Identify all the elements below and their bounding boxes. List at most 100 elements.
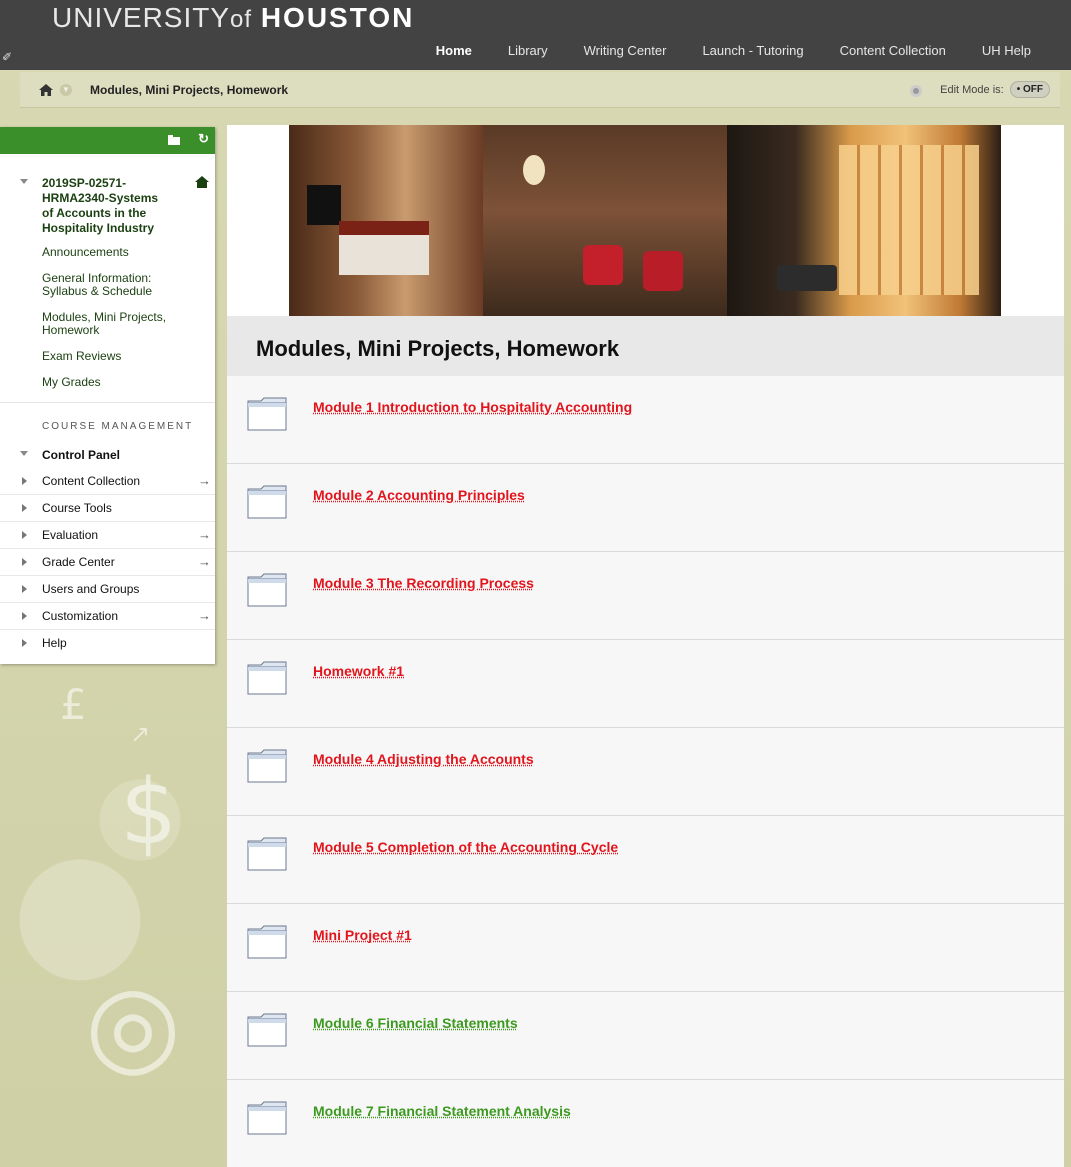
control-panel-item-grade-center[interactable]: Grade Center →	[0, 549, 215, 576]
sidebar-item-announcements[interactable]: Announcements	[42, 246, 215, 259]
edit-mode-toggle[interactable]: • OFF	[1010, 81, 1050, 98]
control-panel-label: Control Panel	[42, 448, 120, 462]
content-item-link[interactable]: Module 7 Financial Statement Analysis	[313, 1103, 571, 1119]
course-management-title: COURSE MANAGEMENT	[0, 403, 215, 432]
course-menu: ↻ 2019SP-02571-HRMA2340-Systems of Accou…	[0, 127, 215, 664]
sidebar-item-my-grades[interactable]: My Grades	[42, 376, 215, 389]
nav-uh-help[interactable]: UH Help	[982, 43, 1031, 61]
control-panel-item-label: Course Tools	[42, 501, 112, 515]
doodle-globe: ◎	[85, 960, 181, 1088]
control-panel-item-evaluation[interactable]: Evaluation →	[0, 522, 215, 549]
folder-icon	[247, 837, 287, 871]
control-panel-item-label: Grade Center	[42, 555, 115, 569]
course-title-block[interactable]: 2019SP-02571-HRMA2340-Systems of Account…	[0, 154, 215, 236]
breadcrumb-bar: ▼ Modules, Mini Projects, Homework Edit …	[20, 72, 1060, 108]
content-item-link[interactable]: Module 1 Introduction to Hospitality Acc…	[313, 399, 632, 415]
control-panel-item-users-and-groups[interactable]: Users and Groups	[0, 576, 215, 603]
control-panel-item-content-collection[interactable]: Content Collection →	[0, 468, 215, 495]
control-panel-header[interactable]: Control Panel	[0, 432, 215, 462]
home-icon[interactable]	[38, 83, 54, 97]
control-panel-item-label: Users and Groups	[42, 582, 139, 596]
refresh-icon[interactable]: ↻	[198, 131, 209, 147]
content-item: Mini Project #1	[227, 904, 1064, 992]
expand-triangle-icon[interactable]	[22, 639, 27, 647]
control-panel-item-label: Help	[42, 636, 67, 650]
course-menu-toolbar: ↻	[0, 127, 215, 154]
expand-triangle-icon[interactable]	[22, 504, 27, 512]
chevron-down-icon[interactable]: ▼	[60, 84, 72, 96]
university-logo[interactable]: UNIVERSITYof HOUSTON	[52, 2, 414, 34]
content-item: Module 3 The Recording Process	[227, 552, 1064, 640]
nav-content-collection[interactable]: Content Collection	[840, 43, 946, 61]
expand-triangle-icon[interactable]	[22, 477, 27, 485]
content-item-link[interactable]: Module 5 Completion of the Accounting Cy…	[313, 839, 618, 855]
sidebar-item-general-information-syllabus-schedule[interactable]: General Information: Syllabus & Schedule	[42, 272, 215, 298]
folder-icon	[247, 1101, 287, 1135]
top-header: UNIVERSITYof HOUSTON ✐ Home Library Writin…	[0, 0, 1071, 70]
top-navigation: Home Library Writing Center Launch - Tutori…	[436, 43, 1071, 61]
course-title[interactable]: 2019SP-02571-HRMA2340-Systems of Account…	[42, 176, 201, 236]
folder-icon	[247, 925, 287, 959]
banner-photo-lobby	[483, 125, 727, 316]
doodle-arrow: ↗	[130, 720, 150, 748]
nav-launch-tutoring[interactable]: Launch - Tutoring	[702, 43, 803, 61]
control-panel-items: Content Collection → Course Tools Evaluatio…	[0, 468, 215, 657]
arrow-right-icon[interactable]: →	[198, 549, 211, 575]
logo-of-text: of	[230, 6, 252, 33]
expand-triangle-icon[interactable]	[22, 558, 27, 566]
content-item-link[interactable]: Mini Project #1	[313, 927, 412, 943]
doodle-dollar: $	[120, 760, 177, 865]
folder-icon	[247, 573, 287, 607]
banner-photo-bedroom	[289, 125, 483, 316]
content-item-link[interactable]: Module 6 Financial Statements	[313, 1015, 518, 1031]
content-item: Module 1 Introduction to Hospitality Acc…	[227, 376, 1064, 464]
nav-home[interactable]: Home	[436, 43, 472, 61]
content-item: Module 6 Financial Statements	[227, 992, 1064, 1080]
control-panel-item-label: Evaluation	[42, 528, 98, 542]
content-item-link[interactable]: Homework #1	[313, 663, 404, 679]
content-item-link[interactable]: Module 2 Accounting Principles	[313, 487, 525, 503]
house-icon[interactable]	[195, 176, 209, 189]
folder-icon	[247, 485, 287, 519]
control-panel-item-label: Content Collection	[42, 474, 140, 488]
eye-icon[interactable]	[906, 83, 926, 97]
expand-triangle-icon[interactable]	[22, 612, 27, 620]
course-banner	[289, 125, 1001, 316]
sidebar-item-modules-mini-projects-homework[interactable]: Modules, Mini Projects, Homework	[42, 311, 215, 337]
nav-library[interactable]: Library	[508, 43, 548, 61]
sidebar-item-exam-reviews[interactable]: Exam Reviews	[42, 350, 215, 363]
banner-photo-lounge	[727, 125, 1001, 316]
nav-writing-center[interactable]: Writing Center	[584, 43, 667, 61]
folder-icon	[247, 661, 287, 695]
pin-icon[interactable]: ✐	[2, 50, 12, 64]
content-item-link[interactable]: Module 4 Adjusting the Accounts	[313, 751, 534, 767]
doodle-pound: £	[60, 680, 87, 729]
control-panel-item-label: Customization	[42, 609, 118, 623]
breadcrumb-current: Modules, Mini Projects, Homework	[90, 83, 288, 97]
edit-mode-control: Edit Mode is: • OFF	[906, 81, 1050, 98]
content-item-link[interactable]: Module 3 The Recording Process	[313, 575, 534, 591]
logo-university-text: UNIVERSITY	[52, 2, 230, 33]
control-panel-item-customization[interactable]: Customization →	[0, 603, 215, 630]
arrow-right-icon[interactable]: →	[198, 522, 211, 548]
folder-view-icon[interactable]	[167, 133, 181, 147]
expand-triangle-icon[interactable]	[22, 585, 27, 593]
folder-icon	[247, 397, 287, 431]
page-title-bar: Modules, Mini Projects, Homework	[227, 316, 1064, 376]
control-panel-item-help[interactable]: Help	[0, 630, 215, 657]
course-links: Announcements General Information: Syllab…	[0, 236, 215, 389]
content-item: Module 4 Adjusting the Accounts	[227, 728, 1064, 816]
expand-triangle-icon[interactable]	[22, 531, 27, 539]
folder-icon	[247, 1013, 287, 1047]
content-item: Homework #1	[227, 640, 1064, 728]
page-title: Modules, Mini Projects, Homework	[256, 336, 619, 362]
collapse-triangle-icon[interactable]	[20, 179, 28, 184]
collapse-triangle-icon[interactable]	[20, 451, 28, 456]
arrow-right-icon[interactable]: →	[198, 468, 211, 494]
logo-houston-text: HOUSTON	[261, 2, 415, 33]
arrow-right-icon[interactable]: →	[198, 603, 211, 629]
control-panel-item-course-tools[interactable]: Course Tools	[0, 495, 215, 522]
edit-mode-label: Edit Mode is:	[940, 84, 1004, 96]
main-content: Modules, Mini Projects, Homework Module …	[227, 125, 1064, 1167]
edit-mode-value: OFF	[1023, 84, 1043, 95]
